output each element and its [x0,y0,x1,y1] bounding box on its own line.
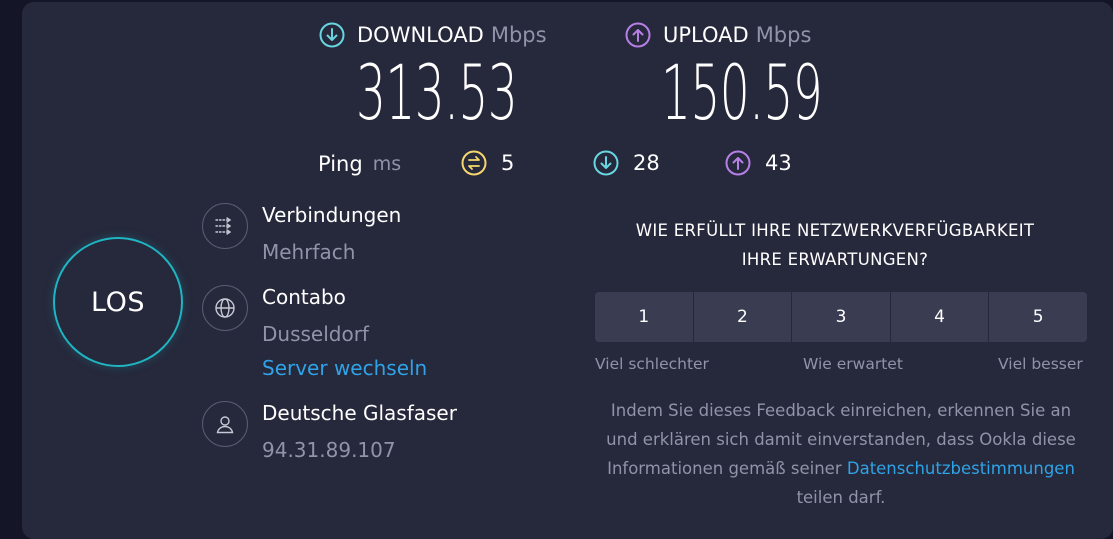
ping-idle-value: 5 [501,151,515,175]
download-header: DOWNLOAD Mbps [319,22,547,48]
scale-mid-label: Wie erwartet [803,355,903,373]
rating-3-button[interactable]: 3 [792,292,890,342]
arrow-up-circle-icon [725,150,751,176]
go-button[interactable]: LOS [53,237,183,367]
ping-download: 28 [593,150,660,176]
scale-high-label: Viel besser [998,355,1083,373]
upload-speed-value: 150.59 [661,48,823,137]
feedback-disclaimer: Indem Sie dieses Feedback einreichen, er… [596,396,1086,512]
ip-address: 94.31.89.107 [262,438,396,462]
upload-label: UPLOAD [663,23,749,47]
connections-icon [202,203,248,249]
download-unit: Mbps [490,23,547,47]
ping-upload: 43 [725,150,792,176]
ping-idle-icon [461,150,487,176]
rating-1-button[interactable]: 1 [595,292,693,342]
rating-4-button[interactable]: 4 [890,292,989,342]
globe-icon [202,285,248,331]
ping-idle: 5 [461,150,514,176]
ping-label: Ping [318,152,363,176]
arrow-down-circle-icon [593,150,619,176]
arrow-up-circle-icon [625,22,651,48]
rating-2-button[interactable]: 2 [693,292,792,342]
scale-low-label: Viel schlechter [595,355,709,373]
arrow-down-circle-icon [319,22,345,48]
connections-value: Mehrfach [262,240,356,264]
ping-upload-value: 43 [765,151,792,175]
connections-title: Verbindungen [262,203,402,227]
disclaimer-text-end: teilen darf. [796,488,886,507]
change-server-link[interactable]: Server wechseln [262,356,427,380]
download-label: DOWNLOAD [357,23,484,47]
ping-row: Ping ms [318,146,401,182]
server-location: Dusseldorf [262,322,369,346]
ping-unit: ms [372,153,402,175]
ping-download-value: 28 [633,151,660,175]
user-icon [202,401,248,447]
survey-question-line2: IHRE ERWARTUNGEN? [741,250,929,269]
rating-5-button[interactable]: 5 [989,292,1087,342]
download-speed-value: 313.53 [356,48,518,137]
survey-question: WIE ERFÜLLT IHRE NETZWERKVERFÜGBARKEIT I… [600,216,1070,274]
upload-unit: Mbps [755,23,812,47]
survey-question-line1: WIE ERFÜLLT IHRE NETZWERKVERFÜGBARKEIT [635,221,1035,240]
provider-name: Deutsche Glasfaser [262,401,457,425]
rating-buttons: 1 2 3 4 5 [595,292,1087,342]
upload-header: UPLOAD Mbps [625,22,811,48]
server-name: Contabo [262,285,346,309]
privacy-policy-link[interactable]: Datenschutzbestimmungen [847,459,1075,478]
